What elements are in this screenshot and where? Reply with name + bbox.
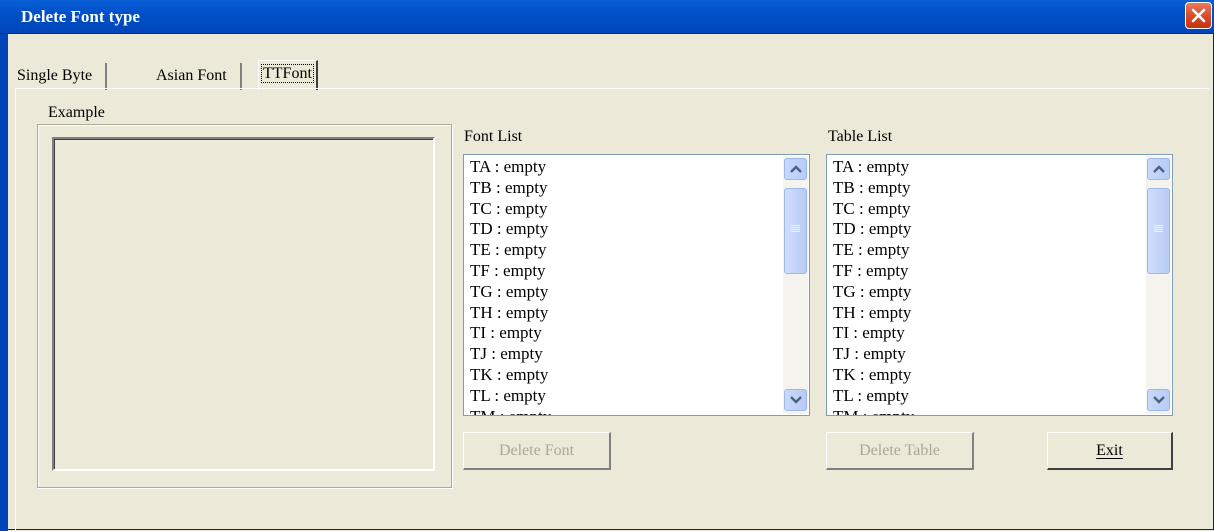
list-item[interactable]: TE : empty bbox=[833, 240, 914, 261]
list-item[interactable]: TB : empty bbox=[470, 178, 551, 199]
title-bar[interactable]: Delete Font type bbox=[0, 0, 1214, 34]
list-item[interactable]: TB : empty bbox=[833, 178, 914, 199]
chevron-down-icon bbox=[1153, 396, 1165, 404]
chevron-up-icon bbox=[790, 165, 802, 173]
scroll-down-button[interactable] bbox=[784, 389, 807, 411]
close-button[interactable] bbox=[1185, 2, 1212, 29]
list-item[interactable]: TM : empty bbox=[470, 407, 551, 415]
close-icon bbox=[1191, 8, 1206, 23]
list-item[interactable]: TD : empty bbox=[470, 219, 551, 240]
table-list-label: Table List bbox=[828, 128, 893, 145]
list-item[interactable]: TL : empty bbox=[470, 386, 551, 407]
list-item[interactable]: TI : empty bbox=[833, 323, 914, 344]
font-list-scrollbar[interactable] bbox=[783, 156, 808, 414]
exit-button-label: Exit bbox=[1096, 442, 1123, 459]
list-item[interactable]: TF : empty bbox=[470, 261, 551, 282]
delete-font-button[interactable]: Delete Font bbox=[463, 432, 611, 470]
chevron-up-icon bbox=[1153, 165, 1165, 173]
list-item[interactable]: TK : empty bbox=[470, 365, 551, 386]
example-label: Example bbox=[46, 104, 107, 122]
list-item[interactable]: TC : empty bbox=[470, 199, 551, 220]
window-title: Delete Font type bbox=[21, 7, 140, 26]
font-list-label: Font List bbox=[464, 128, 523, 145]
tab-asian-font[interactable]: Asian Font bbox=[139, 63, 242, 90]
exit-button[interactable]: Exit bbox=[1047, 432, 1173, 470]
list-item[interactable]: TC : empty bbox=[833, 199, 914, 220]
list-item[interactable]: TH : empty bbox=[833, 303, 914, 324]
table-list[interactable]: TA : empty TB : empty TC : empty TD : empty… bbox=[826, 154, 1173, 416]
list-item[interactable]: TK : empty bbox=[833, 365, 914, 386]
list-item[interactable]: TF : empty bbox=[833, 261, 914, 282]
delete-table-button[interactable]: Delete Table bbox=[826, 432, 974, 470]
list-item[interactable]: TG : empty bbox=[833, 282, 914, 303]
list-item[interactable]: TE : empty bbox=[470, 240, 551, 261]
scroll-down-button[interactable] bbox=[1147, 389, 1170, 411]
scroll-up-button[interactable] bbox=[1147, 158, 1170, 180]
tab-ttfont[interactable]: TTFont bbox=[258, 60, 318, 90]
table-list-scrollbar[interactable] bbox=[1146, 156, 1171, 414]
scroll-up-button[interactable] bbox=[784, 158, 807, 180]
list-item[interactable]: TM : empty bbox=[833, 407, 914, 415]
example-preview bbox=[52, 137, 435, 471]
scroll-thumb[interactable] bbox=[784, 188, 807, 274]
list-item[interactable]: TG : empty bbox=[470, 282, 551, 303]
chevron-down-icon bbox=[790, 396, 802, 404]
tab-label: Asian Font bbox=[156, 67, 227, 84]
tab-label: TTFont bbox=[261, 64, 314, 83]
list-item[interactable]: TI : empty bbox=[470, 323, 551, 344]
list-item[interactable]: TH : empty bbox=[470, 303, 551, 324]
table-list-items: TA : empty TB : empty TC : empty TD : empty… bbox=[833, 157, 914, 415]
list-item[interactable]: TJ : empty bbox=[833, 344, 914, 365]
list-item[interactable]: TD : empty bbox=[833, 219, 914, 240]
font-list[interactable]: TA : empty TB : empty TC : empty TD : empty… bbox=[463, 154, 810, 416]
scroll-thumb[interactable] bbox=[1147, 188, 1170, 274]
list-item[interactable]: TA : empty bbox=[833, 157, 914, 178]
font-list-items: TA : empty TB : empty TC : empty TD : empty… bbox=[470, 157, 551, 415]
tab-single-byte[interactable]: Single Byte bbox=[15, 63, 108, 90]
list-item[interactable]: TJ : empty bbox=[470, 344, 551, 365]
list-item[interactable]: TL : empty bbox=[833, 386, 914, 407]
list-item[interactable]: TA : empty bbox=[470, 157, 551, 178]
tab-label: Single Byte bbox=[17, 67, 93, 84]
